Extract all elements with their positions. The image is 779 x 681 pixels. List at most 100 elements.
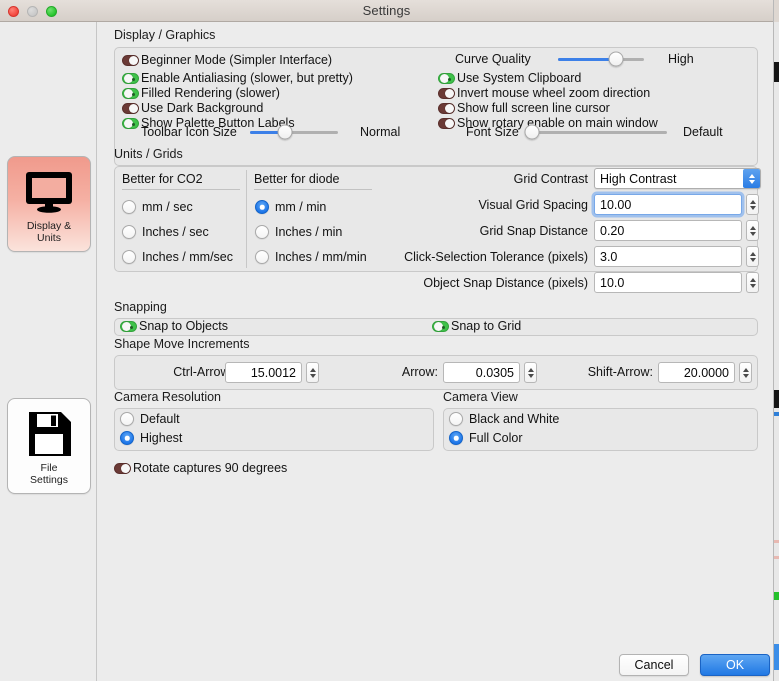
toggle-row-use-system-clipboard[interactable]: Use System Clipboard: [438, 71, 581, 85]
curve-quality-value: High: [668, 52, 694, 66]
radio-mm-per-min[interactable]: [255, 200, 269, 214]
radio-row-inches-per-min[interactable]: Inches / min: [255, 225, 342, 239]
curve-quality-slider[interactable]: [558, 51, 644, 67]
visual-grid-spacing-input[interactable]: 10.00: [594, 194, 742, 215]
radio-resolution-highest-label: Highest: [140, 431, 183, 445]
toggle-snap-to-grid[interactable]: [432, 320, 449, 332]
radio-view-black-and-white[interactable]: [449, 412, 463, 426]
toggle-full-screen-line-cursor-label: Show full screen line cursor: [457, 101, 610, 115]
font-size-label: Font Size: [466, 125, 519, 139]
toolbar-icon-size-slider[interactable]: [250, 124, 338, 140]
shift-arrow-value: 20.0000: [683, 365, 729, 380]
radio-row-resolution-highest[interactable]: Highest: [120, 431, 182, 445]
grid-snap-distance-stepper[interactable]: [746, 220, 759, 241]
object-snap-distance-input[interactable]: 10.0: [594, 272, 742, 293]
radio-row-resolution-default[interactable]: Default: [120, 412, 180, 426]
toggle-beginner-mode-label: Beginner Mode (Simpler Interface): [141, 53, 333, 67]
toggle-use-system-clipboard[interactable]: [438, 72, 455, 84]
ok-button[interactable]: OK: [700, 654, 770, 676]
radio-inches-per-mm-sec[interactable]: [122, 250, 136, 264]
radio-row-inches-per-mm-sec[interactable]: Inches / mm/sec: [122, 250, 233, 264]
radio-resolution-highest[interactable]: [120, 431, 134, 445]
radio-resolution-default-label: Default: [140, 412, 180, 426]
radio-row-view-full-color[interactable]: Full Color: [449, 431, 523, 445]
sidebar-item-file-settings[interactable]: File Settings: [7, 398, 91, 494]
click-selection-tolerance-value: 3.0: [600, 249, 618, 264]
sidebar: Display & Units File Settings: [0, 22, 97, 681]
toggle-use-system-clipboard-label: Use System Clipboard: [457, 71, 582, 85]
ctrl-arrow-input[interactable]: 15.0012: [225, 362, 302, 383]
grid-snap-distance-input[interactable]: 0.20: [594, 220, 742, 241]
click-selection-tolerance-input[interactable]: 3.0: [594, 246, 742, 267]
radio-row-mm-per-min[interactable]: mm / min: [255, 200, 326, 214]
toggle-enable-antialiasing-label: Enable Antialiasing (slower, but pretty): [141, 71, 353, 85]
radio-mm-per-min-label: mm / min: [275, 200, 327, 214]
cancel-button[interactable]: Cancel: [619, 654, 689, 676]
radio-resolution-default[interactable]: [120, 412, 134, 426]
radio-row-inches-per-sec[interactable]: Inches / sec: [122, 225, 209, 239]
radio-row-mm-per-sec[interactable]: mm / sec: [122, 200, 193, 214]
ctrl-arrow-value: 15.0012: [250, 365, 296, 380]
sidebar-item-display-units[interactable]: Display & Units: [7, 156, 91, 252]
toggle-row-beginner-mode[interactable]: Beginner Mode (Simpler Interface): [122, 53, 332, 67]
visual-grid-spacing-label: Visual Grid Spacing: [478, 198, 588, 212]
arrow-value: 0.0305: [475, 365, 514, 380]
shift-arrow-input[interactable]: 20.0000: [658, 362, 735, 383]
object-snap-distance-value: 10.0: [600, 275, 625, 290]
toggle-snap-to-objects[interactable]: [120, 320, 137, 332]
shape-move-increments-label: Shape Move Increments: [114, 337, 250, 351]
toggle-snap-to-grid-label: Snap to Grid: [451, 319, 522, 333]
toggle-show-full-screen-line-cursor[interactable]: [438, 102, 455, 114]
sidebar-label-line1: Display &: [26, 220, 72, 232]
sidebar-label-line2: Settings: [30, 474, 68, 486]
toggle-enable-antialiasing[interactable]: [122, 72, 139, 84]
radio-inches-per-min[interactable]: [255, 225, 269, 239]
toggle-row-use-dark-background[interactable]: Use Dark Background: [122, 101, 263, 115]
toggle-row-snap-to-grid[interactable]: Snap to Grid: [432, 319, 521, 333]
toggle-filled-rendering[interactable]: [122, 87, 139, 99]
radio-view-full-color[interactable]: [449, 431, 463, 445]
arrow-input[interactable]: 0.0305: [443, 362, 520, 383]
ctrl-arrow-stepper[interactable]: [306, 362, 319, 383]
camera-view-section-label: Camera View: [443, 390, 518, 404]
click-selection-tolerance-label: Click-Selection Tolerance (pixels): [404, 250, 588, 264]
arrow-stepper[interactable]: [524, 362, 537, 383]
camera-resolution-section-label: Camera Resolution: [114, 390, 221, 404]
radio-row-view-black-and-white[interactable]: Black and White: [449, 412, 559, 426]
toggle-row-snap-to-objects[interactable]: Snap to Objects: [120, 319, 228, 333]
toggle-beginner-mode[interactable]: [122, 54, 139, 66]
visual-grid-spacing-value: 10.00: [600, 197, 632, 212]
click-selection-tolerance-stepper[interactable]: [746, 246, 759, 267]
object-snap-distance-stepper[interactable]: [746, 272, 759, 293]
shift-arrow-stepper[interactable]: [739, 362, 752, 383]
visual-grid-spacing-stepper[interactable]: [746, 194, 759, 215]
toggle-use-dark-background[interactable]: [122, 102, 139, 114]
snapping-section-label: Snapping: [114, 300, 167, 314]
radio-mm-per-sec[interactable]: [122, 200, 136, 214]
toggle-show-rotary-enable[interactable]: [438, 117, 455, 129]
radio-inches-per-sec[interactable]: [122, 225, 136, 239]
toggle-row-enable-antialiasing[interactable]: Enable Antialiasing (slower, but pretty): [122, 71, 353, 85]
toolbar-icon-size-value: Normal: [360, 125, 401, 139]
object-snap-distance-label: Object Snap Distance (pixels): [423, 276, 588, 290]
toggle-row-invert-mouse-wheel[interactable]: Invert mouse wheel zoom direction: [438, 86, 650, 100]
toggle-row-filled-rendering[interactable]: Filled Rendering (slower): [122, 86, 280, 100]
arrow-label: Arrow:: [401, 365, 438, 379]
units-grids-section-label: Units / Grids: [114, 147, 183, 161]
toggle-rotate-captures-90-degrees[interactable]: [114, 462, 131, 474]
toggle-rotate-captures-label: Rotate captures 90 degrees: [133, 461, 288, 475]
toggle-row-rotate-captures[interactable]: Rotate captures 90 degrees: [114, 461, 287, 475]
font-size-slider[interactable]: [524, 124, 667, 140]
display-graphics-section-label: Display / Graphics: [114, 28, 216, 42]
toggle-filled-rendering-label: Filled Rendering (slower): [141, 86, 280, 100]
grid-contrast-select[interactable]: High Contrast: [594, 168, 761, 189]
toggle-invert-mouse-wheel-zoom[interactable]: [438, 87, 455, 99]
grid-contrast-label: Grid Contrast: [513, 172, 588, 186]
sidebar-item-file-settings-label: File Settings: [30, 462, 68, 486]
shift-arrow-label: Shift-Arrow:: [587, 365, 653, 379]
toggle-row-full-screen-line-cursor[interactable]: Show full screen line cursor: [438, 101, 610, 115]
toggle-show-palette-button-labels[interactable]: [122, 117, 139, 129]
radio-inches-per-mm-sec-label: Inches / mm/sec: [142, 250, 233, 264]
grid-contrast-chevron-icon[interactable]: [743, 169, 760, 188]
radio-inches-per-mm-min[interactable]: [255, 250, 269, 264]
